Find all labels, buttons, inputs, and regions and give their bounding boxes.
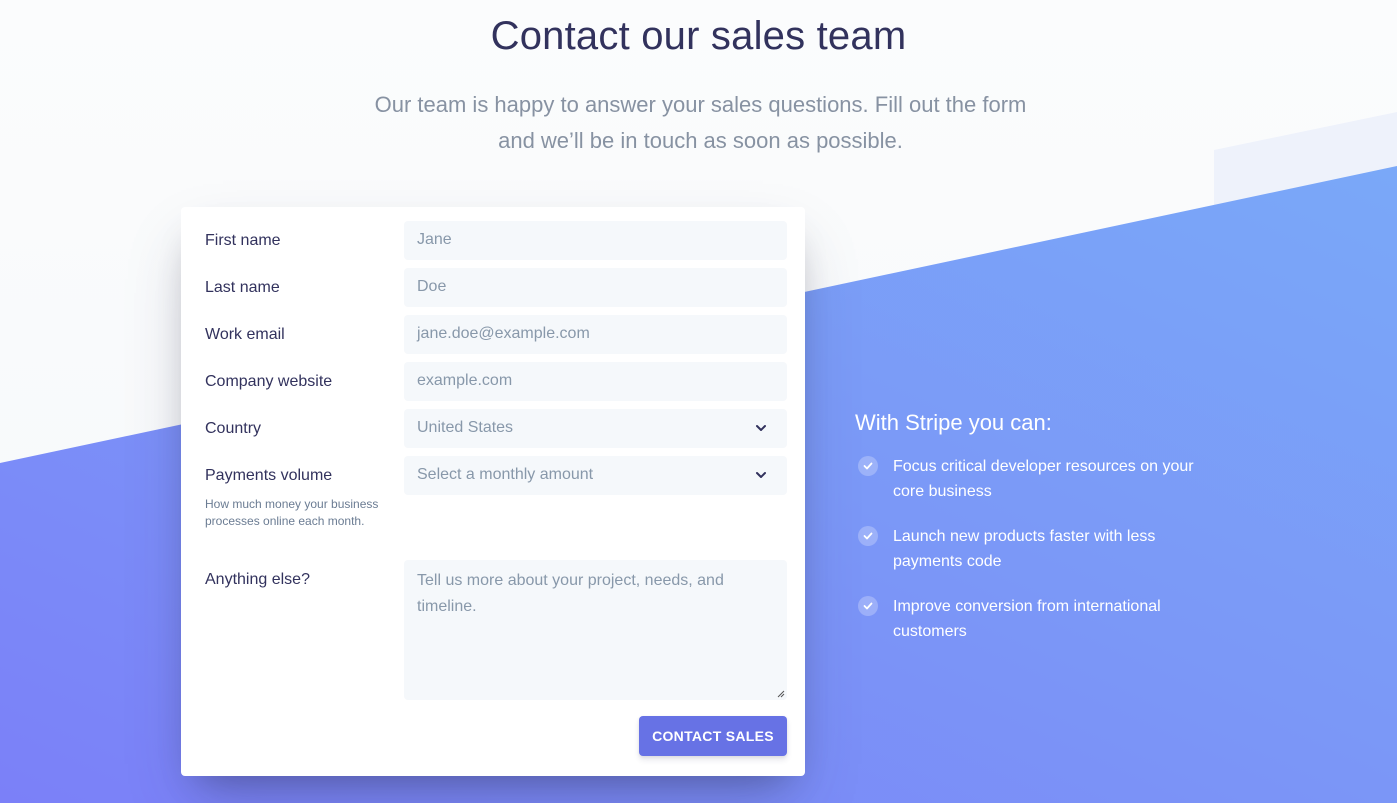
anything-else-label: Anything else? (205, 571, 310, 588)
work-email-label: Work email (205, 326, 285, 343)
company-website-input[interactable]: example.com (404, 362, 787, 401)
chevron-down-icon (756, 425, 766, 431)
chevron-down-icon (756, 472, 766, 478)
contact-form: First name Jane Last name Doe Work email… (181, 207, 805, 776)
check-circle-icon (858, 526, 878, 546)
country-select[interactable]: United States (404, 409, 787, 448)
resize-handle-icon[interactable] (775, 688, 785, 698)
anything-else-placeholder: Tell us more about your project, needs, … (417, 572, 724, 615)
benefit-item: Improve conversion from international cu… (855, 594, 1215, 644)
contact-sales-button[interactable]: CONTACT SALES (639, 716, 787, 756)
anything-else-textarea[interactable]: Tell us more about your project, needs, … (404, 560, 787, 700)
country-select-value: United States (417, 419, 514, 436)
benefits-heading: With Stripe you can: (855, 410, 1052, 435)
page-subtitle: Our team is happy to answer your sales q… (374, 92, 1027, 153)
benefit-text: Improve conversion from international cu… (893, 598, 1161, 640)
company-website-label: Company website (205, 373, 333, 390)
benefit-item: Launch new products faster with less pay… (855, 524, 1215, 574)
page-title: Contact our sales team (490, 14, 907, 58)
work-email-input[interactable]: jane.doe@example.com (404, 315, 787, 354)
first-name-input[interactable]: Jane (404, 221, 787, 260)
payments-volume-select[interactable]: Select a monthly amount (404, 456, 787, 495)
first-name-label: First name (205, 232, 281, 249)
benefit-item: Focus critical developer resources on yo… (855, 454, 1215, 504)
last-name-input[interactable]: Doe (404, 268, 787, 307)
last-name-label: Last name (205, 279, 280, 296)
benefits-panel: With Stripe you can: Focus critical deve… (855, 410, 1215, 664)
benefit-text: Launch new products faster with less pay… (893, 528, 1156, 570)
country-label: Country (205, 420, 262, 437)
payments-volume-select-value: Select a monthly amount (417, 466, 594, 483)
check-circle-icon (858, 596, 878, 616)
payments-volume-hint: How much money your business processes o… (205, 497, 379, 528)
benefit-text: Focus critical developer resources on yo… (893, 458, 1194, 500)
contact-sales-page: Contact our sales team Our team is happy… (0, 0, 1397, 803)
check-circle-icon (858, 456, 878, 476)
payments-volume-label: Payments volume (205, 467, 333, 484)
